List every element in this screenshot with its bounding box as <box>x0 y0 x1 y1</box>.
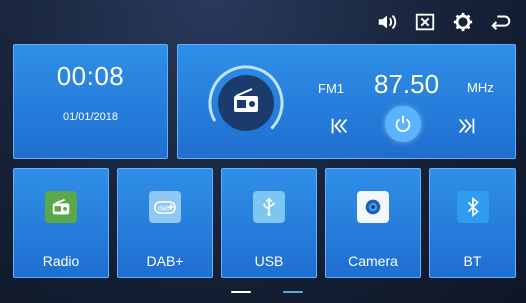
frequency-unit: MHz <box>467 80 494 95</box>
app-label-dab: DAB+ <box>146 253 184 269</box>
app-tile-bt[interactable]: BT <box>429 168 516 278</box>
page-dot[interactable] <box>283 291 303 293</box>
app-tile-radio[interactable]: Radio <box>13 168 109 278</box>
clock-tile[interactable]: 00:08 01/01/2018 <box>13 44 168 159</box>
settings-icon[interactable] <box>452 11 474 33</box>
dab-icon: dab <box>149 191 181 223</box>
app-label-radio: Radio <box>42 253 80 269</box>
previous-icon <box>331 118 348 134</box>
power-icon <box>395 115 411 133</box>
power-button[interactable] <box>385 106 421 142</box>
next-icon <box>458 118 475 134</box>
radio-panel[interactable]: FM1 87.50 MHz <box>177 44 516 159</box>
previous-button[interactable] <box>328 115 350 137</box>
page-dot-active[interactable] <box>231 291 251 293</box>
clock-date: 01/01/2018 <box>62 111 119 123</box>
bluetooth-icon <box>456 191 489 223</box>
close-box-icon[interactable] <box>414 11 436 33</box>
app-tile-camera[interactable]: Camera <box>325 168 421 278</box>
app-label-camera: Camera <box>348 253 398 269</box>
page-indicator <box>0 291 526 295</box>
app-tile-dab[interactable]: dab DAB+ <box>117 168 213 278</box>
radio-icon <box>45 191 77 223</box>
usb-icon <box>253 191 285 223</box>
back-icon[interactable] <box>490 11 512 33</box>
app-label-bt: BT <box>463 253 482 269</box>
status-bar <box>376 10 512 34</box>
frequency-display: 87.50 <box>374 69 440 99</box>
volume-icon[interactable] <box>376 11 398 33</box>
next-button[interactable] <box>456 115 478 137</box>
app-tile-usb[interactable]: USB <box>221 168 317 278</box>
clock-time: 00:08 <box>56 61 125 91</box>
radio-dial[interactable] <box>206 63 286 143</box>
app-label-usb: USB <box>254 253 284 269</box>
camera-icon <box>357 191 389 223</box>
band-label: FM1 <box>318 81 344 96</box>
